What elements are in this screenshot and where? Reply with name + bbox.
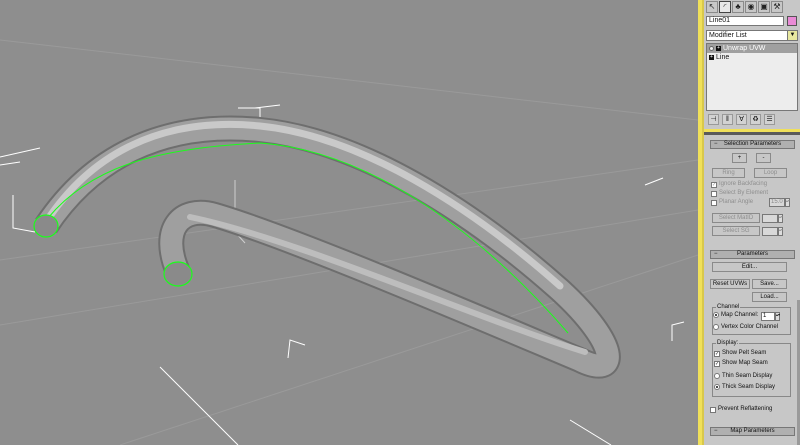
stack-item-unwrap-uvw[interactable]: + Unwrap UVW xyxy=(707,44,797,53)
panel-divider xyxy=(704,132,800,135)
tube-end-cap xyxy=(163,261,193,287)
checkbox-box[interactable]: ✓ xyxy=(714,350,720,357)
radio-label: Vertex Color Channel xyxy=(721,324,779,330)
selection-parameters-rollout-header[interactable]: − Selection Parameters xyxy=(710,140,795,149)
expand-icon[interactable]: + xyxy=(709,55,714,60)
load-button[interactable]: Load... xyxy=(752,292,787,302)
checkbox-label: Show Map Seam xyxy=(722,360,768,366)
radio-label: Thick Seam Display xyxy=(722,384,776,390)
remove-modifier-icon[interactable]: ♻ xyxy=(750,113,761,125)
matid-spinner[interactable]: ▴▾ xyxy=(762,214,783,223)
stack-toolbar: ⊣ ‖ ∀ ♻ ☰ xyxy=(706,113,800,125)
select-by-element-checkbox[interactable]: Select By Element xyxy=(711,190,768,197)
radio-dot[interactable] xyxy=(714,384,720,390)
spinner-value: 15.0 xyxy=(771,199,783,205)
sg-spinner[interactable]: ▴▾ xyxy=(762,227,783,236)
checkbox-box[interactable] xyxy=(710,406,716,413)
checkbox-label: Planar Angle xyxy=(719,199,754,205)
spinner-value: 1 xyxy=(763,313,767,319)
modify-tab-icon[interactable]: ◜ xyxy=(719,1,731,13)
motion-tab-icon[interactable]: ◉ xyxy=(745,1,757,13)
hierarchy-tab-icon[interactable]: ♣ xyxy=(732,1,744,13)
radio-dot[interactable] xyxy=(713,324,719,330)
make-unique-icon[interactable]: ∀ xyxy=(736,113,747,125)
spinner-arrows-icon[interactable]: ▴▾ xyxy=(785,198,790,207)
spinner-arrows-icon[interactable]: ▴▾ xyxy=(778,214,783,223)
checkbox-label: Ignore Backfacing xyxy=(719,181,768,187)
command-panel-tabs: ↖ ◜ ♣ ◉ ▣ ⚒ xyxy=(706,1,798,14)
show-end-result-icon[interactable]: ‖ xyxy=(722,113,733,125)
modifier-list-dropdown[interactable]: Modifier List ▼ xyxy=(706,30,798,41)
lightbulb-icon[interactable] xyxy=(709,46,714,51)
checkbox-label: Select By Element xyxy=(719,190,769,196)
chevron-down-icon[interactable]: ▼ xyxy=(787,31,797,40)
planar-angle-spinner[interactable]: 15.0 ▴▾ xyxy=(769,198,790,207)
group-title: Channel xyxy=(716,303,741,311)
display-tab-icon[interactable]: ▣ xyxy=(758,1,770,13)
command-panel: ↖ ◜ ♣ ◉ ▣ ⚒ Line01 Modifier List ▼ + Unw… xyxy=(704,0,800,445)
spinner-arrows-icon[interactable]: ▴▾ xyxy=(775,312,780,321)
utilities-tab-icon[interactable]: ⚒ xyxy=(771,1,783,13)
viewport-canvas[interactable] xyxy=(0,0,698,445)
show-map-seam-checkbox[interactable]: ✓ Show Map Seam xyxy=(714,360,768,367)
tube-end-cap xyxy=(33,214,59,238)
rollout-title: Map Parameters xyxy=(730,428,775,434)
radio-label: Thin Seam Display xyxy=(722,373,773,379)
checkbox-box[interactable]: ✓ xyxy=(711,181,717,188)
shrink-selection-button[interactable]: - xyxy=(756,153,771,163)
checkbox-box[interactable] xyxy=(711,199,717,206)
radio-dot[interactable] xyxy=(713,312,719,318)
select-sg-button[interactable]: Select SG xyxy=(712,226,760,236)
object-name-field[interactable]: Line01 xyxy=(706,16,784,26)
map-channel-radio[interactable]: Map Channel: xyxy=(713,312,758,318)
loop-button[interactable]: Loop xyxy=(754,168,787,178)
planar-angle-checkbox[interactable]: Planar Angle xyxy=(711,199,753,206)
rollout-title: Parameters xyxy=(736,251,768,257)
thick-seam-display-radio[interactable]: Thick Seam Display xyxy=(714,384,775,390)
checkbox-label: Show Pelt Seam xyxy=(722,350,767,356)
checkbox-box[interactable] xyxy=(711,190,717,197)
thin-seam-display-radio[interactable]: Thin Seam Display xyxy=(714,373,772,379)
stack-item-label: Line xyxy=(716,54,730,61)
vertex-color-channel-radio[interactable]: Vertex Color Channel xyxy=(713,324,778,330)
rollout-title: Selection Parameters xyxy=(723,141,782,147)
expand-icon[interactable]: + xyxy=(716,46,721,51)
map-channel-spinner[interactable]: 1 ▴▾ xyxy=(761,312,780,321)
checkbox-box[interactable]: ✓ xyxy=(714,360,720,367)
radio-label: Map Channel: xyxy=(721,312,759,318)
object-color-swatch[interactable] xyxy=(787,16,797,26)
checkbox-label: Prevent Reflattening xyxy=(718,406,773,412)
stack-item-label: Unwrap UVW xyxy=(723,45,766,52)
ring-button[interactable]: Ring xyxy=(712,168,745,178)
modifier-list-label: Modifier List xyxy=(709,32,747,39)
grow-selection-button[interactable]: + xyxy=(732,153,747,163)
configure-sets-icon[interactable]: ☰ xyxy=(764,113,775,125)
tube-object[interactable] xyxy=(33,115,621,379)
show-pelt-seam-checkbox[interactable]: ✓ Show Pelt Seam xyxy=(714,350,766,357)
radio-dot[interactable] xyxy=(714,373,720,379)
select-matid-button[interactable]: Select MatID xyxy=(712,213,760,223)
spinner-arrows-icon[interactable]: ▴▾ xyxy=(778,227,783,236)
prevent-reflattening-checkbox[interactable]: Prevent Reflattening xyxy=(710,406,772,413)
create-tab-icon[interactable]: ↖ xyxy=(706,1,718,13)
map-parameters-rollout-header[interactable]: − Map Parameters xyxy=(710,427,795,436)
home-grid xyxy=(0,39,698,445)
modifier-stack[interactable]: + Unwrap UVW + Line xyxy=(706,43,798,111)
ignore-backfacing-checkbox[interactable]: ✓ Ignore Backfacing xyxy=(711,181,767,188)
edit-button[interactable]: Edit... xyxy=(712,262,787,272)
save-button[interactable]: Save... xyxy=(752,279,787,289)
group-title: Display: xyxy=(716,339,740,347)
reset-uvws-button[interactable]: Reset UVWs xyxy=(710,279,750,289)
parameters-rollout-header[interactable]: − Parameters xyxy=(710,250,795,259)
perspective-viewport[interactable] xyxy=(0,0,698,445)
stack-item-line[interactable]: + Line xyxy=(707,53,797,62)
pin-stack-icon[interactable]: ⊣ xyxy=(708,113,719,125)
